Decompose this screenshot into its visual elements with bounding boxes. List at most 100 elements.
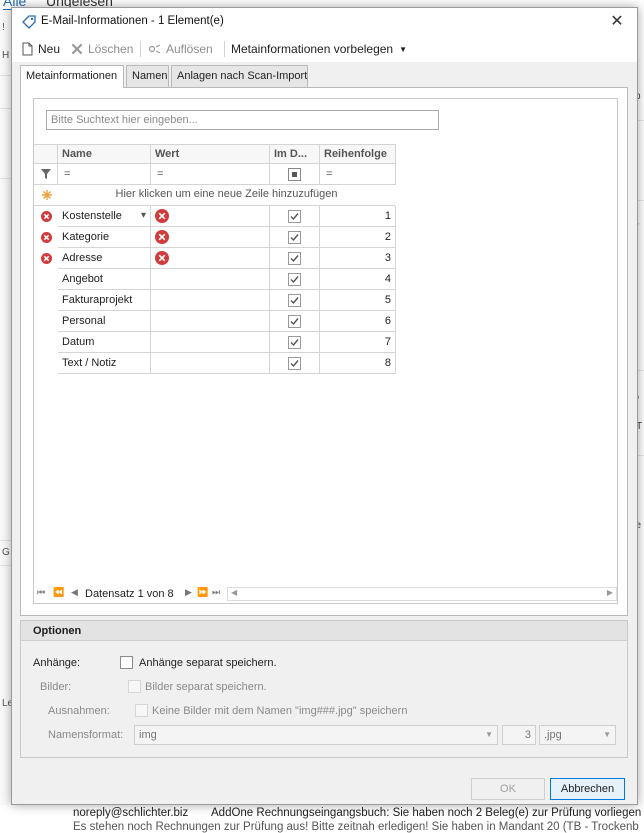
filter-checkbox[interactable] [288,168,301,181]
cell-order[interactable]: 2 [320,227,396,248]
cell-value[interactable] [151,206,270,227]
column-header-value[interactable]: Wert [151,144,270,164]
background-left-fragment: H [2,50,10,61]
next-record-icon[interactable]: ▶ [185,587,192,598]
cancel-button[interactable]: Abbrechen [550,778,625,800]
images-separate-label[interactable]: Bilder separat speichern. [145,681,267,693]
cell-name-text: Adresse [62,252,103,264]
tab-anlagen-scan-import[interactable]: Anlagen nach Scan-Import [171,65,308,87]
cell-order[interactable]: 8 [320,353,396,374]
check-icon [290,360,299,368]
in-document-checkbox[interactable] [288,273,301,286]
delete-button[interactable]: Löschen [70,41,133,57]
horizontal-scrollbar[interactable]: ◀ ▶ [227,587,617,601]
previous-page-icon[interactable]: ⏪ [53,587,64,598]
images-separate-checkbox[interactable] [128,680,141,693]
cell-value[interactable] [151,353,270,374]
in-document-checkbox[interactable] [288,294,301,307]
cell-order[interactable]: 1 [320,206,396,227]
cell-in-document [270,353,320,374]
cell-value[interactable] [151,227,270,248]
cell-order[interactable]: 3 [320,248,396,269]
cell-name[interactable]: Datum [58,332,151,353]
table-row[interactable]: Angebot 4 [34,269,396,290]
filter-name[interactable]: = [58,164,151,185]
new-button[interactable]: Neu [20,41,60,57]
cell-order[interactable]: 4 [320,269,396,290]
chevron-down-icon[interactable]: ▾ [141,206,146,226]
column-header-in-document[interactable]: Im D... [270,144,320,164]
extension-combo[interactable]: .jpg ▼ [539,725,616,745]
filter-indicator [34,164,58,185]
name-format-combo[interactable]: img ▼ [134,725,498,745]
previous-record-icon[interactable]: ◀ [71,587,78,598]
scroll-right-icon[interactable]: ▶ [607,588,613,597]
new-document-icon [22,42,33,56]
cell-order[interactable]: 5 [320,290,396,311]
cell-name[interactable]: Fakturaprojekt [58,290,151,311]
cell-value[interactable] [151,332,270,353]
scroll-left-icon[interactable]: ◀ [231,588,237,597]
filter-icon [41,169,51,179]
cell-value[interactable] [151,269,270,290]
cell-name[interactable]: Adresse [58,248,151,269]
first-record-icon[interactable]: ⏮ [37,587,45,598]
filter-order[interactable]: = [320,164,396,185]
table-row[interactable]: Kostenstelle ▾ 1 [34,206,396,227]
background-mail-item[interactable]: noreply@schlichter.biz AddOne Rechnungse… [0,805,644,833]
last-record-icon[interactable]: ⏭ [212,587,220,598]
cell-name-text: Personal [62,315,106,327]
cell-name[interactable]: Text / Notiz [58,353,151,374]
close-button[interactable]: ✕ [605,12,629,32]
cell-name[interactable]: Kategorie [58,227,151,248]
row-indicator-header [34,144,58,164]
cell-order[interactable]: 7 [320,332,396,353]
column-header-name[interactable]: Name [58,144,151,164]
new-row-hint: Hier klicken um eine neue Zeile hinzuzuf… [115,188,338,200]
table-row[interactable]: Kategorie 2 [34,227,396,248]
in-document-checkbox[interactable] [288,210,301,223]
new-row[interactable]: Hier klicken um eine neue Zeile hinzuzuf… [34,185,395,206]
background-left-fragment: ! [2,22,5,33]
table-row[interactable]: Text / Notiz 8 [34,353,396,374]
search-input[interactable] [46,110,439,130]
tab-namen[interactable]: Namen [126,65,169,87]
next-page-icon[interactable]: ⏩ [197,587,208,598]
check-icon [290,276,299,284]
preset-metainfo-dropdown[interactable]: Metainformationen vorbelegen ▼ [231,41,407,57]
in-document-checkbox[interactable] [288,357,301,370]
email-information-dialog: E-Mail-Informationen - 1 Element(e) ✕ Ne… [11,7,638,805]
filter-in-document[interactable] [270,164,320,185]
table-row[interactable]: Datum 7 [34,332,396,353]
cell-name[interactable]: Personal [58,311,151,332]
exclude-img-label[interactable]: Keine Bilder mit dem Namen "img###.jpg" … [152,705,407,717]
check-icon [290,297,299,305]
cell-name[interactable]: Angebot [58,269,151,290]
resolve-button[interactable]: Auflösen [148,41,213,57]
table-row[interactable]: Fakturaprojekt 5 [34,290,396,311]
digits-field[interactable]: 3 [502,725,536,745]
cell-value[interactable] [151,290,270,311]
tab-metainformationen[interactable]: Metainformationen [20,65,124,88]
in-document-checkbox[interactable] [288,252,301,265]
cell-value[interactable] [151,311,270,332]
table-row[interactable]: Adresse 3 [34,248,396,269]
column-header-order[interactable]: Reihenfolge [320,144,396,164]
attachments-label: Anhänge: [33,657,81,669]
cell-name[interactable]: Kostenstelle ▾ [58,206,151,227]
filter-value[interactable]: = [151,164,270,185]
title-bar[interactable]: E-Mail-Informationen - 1 Element(e) ✕ [12,8,637,36]
tag-icon [22,15,36,29]
cell-value[interactable] [151,248,270,269]
table-row[interactable]: Personal 6 [34,311,396,332]
attachments-separate-label[interactable]: Anhänge separat speichern. [139,657,277,669]
dialog-title: E-Mail-Informationen - 1 Element(e) [41,15,224,27]
cell-order[interactable]: 6 [320,311,396,332]
exclude-img-checkbox[interactable] [135,704,148,717]
in-document-checkbox[interactable] [288,336,301,349]
in-document-checkbox[interactable] [288,315,301,328]
metainformation-panel: Name Wert Im D... Reihenfolge = = [20,87,628,616]
in-document-checkbox[interactable] [288,231,301,244]
ok-button[interactable]: OK [471,778,545,800]
attachments-separate-checkbox[interactable] [120,656,133,669]
